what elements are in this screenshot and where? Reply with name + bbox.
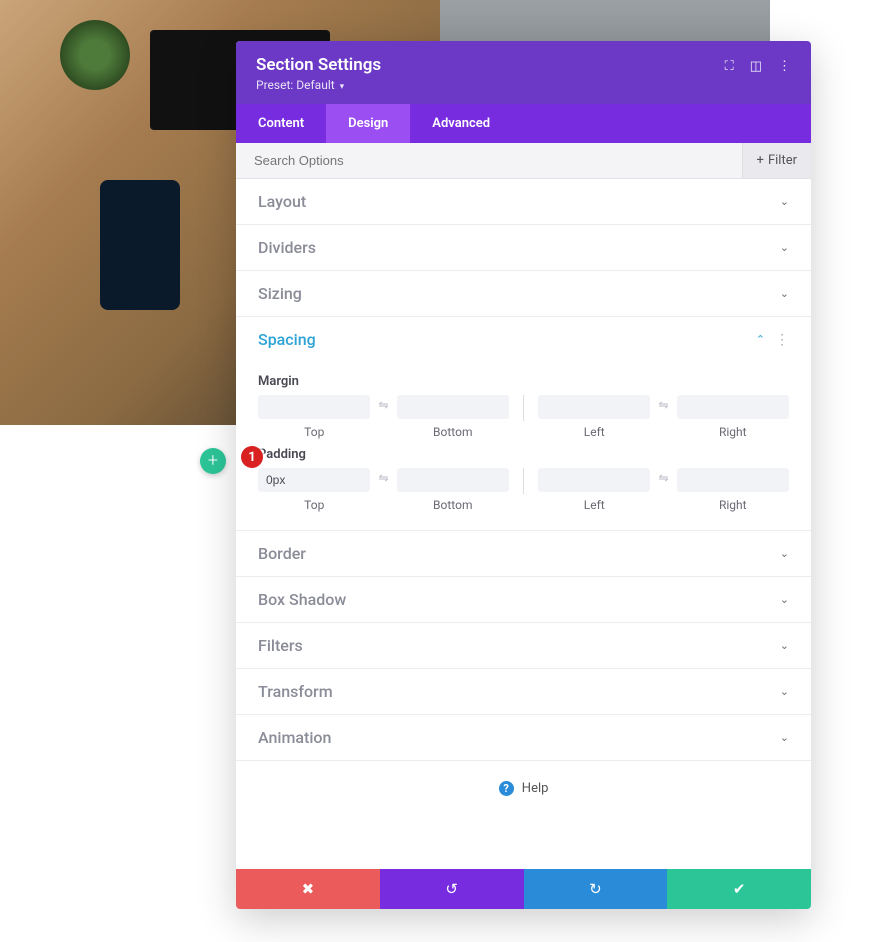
preset-selector[interactable]: Preset: Default ▾ <box>256 78 381 92</box>
cancel-button[interactable]: ✖ <box>236 869 380 909</box>
save-button[interactable]: ✔ <box>667 869 811 909</box>
accordion-layout[interactable]: Layout ⌄ <box>236 179 811 224</box>
side-label: Right <box>719 425 747 439</box>
kebab-menu-icon[interactable]: ⋮ <box>775 332 789 348</box>
link-icon[interactable]: ⇋ <box>376 471 390 485</box>
search-row: + Filter <box>236 143 811 179</box>
vertical-divider <box>523 395 524 421</box>
add-section-button[interactable]: + <box>200 448 226 474</box>
split-view-icon[interactable]: ◫ <box>750 59 762 74</box>
accordion-title: Layout <box>258 192 306 211</box>
padding-row: Top ⇋ Bottom Left ⇋ <box>258 468 789 512</box>
side-label: Top <box>304 498 324 512</box>
vertical-divider <box>523 468 524 494</box>
close-icon: ✖ <box>302 880 315 898</box>
accordion-title: Border <box>258 544 306 563</box>
accordion-filters[interactable]: Filters ⌄ <box>236 623 811 668</box>
undo-button[interactable]: ↺ <box>380 869 524 909</box>
padding-bottom-input[interactable] <box>397 468 509 492</box>
margin-bottom-input[interactable] <box>397 395 509 419</box>
margin-left-input[interactable] <box>538 395 650 419</box>
undo-icon: ↺ <box>445 880 458 898</box>
chevron-down-icon: ⌄ <box>780 195 789 208</box>
side-label: Right <box>719 498 747 512</box>
callout-badge-1: 1 <box>241 446 263 468</box>
search-input[interactable] <box>236 143 742 178</box>
filter-button[interactable]: + Filter <box>742 143 811 178</box>
spacing-body: Margin Top ⇋ Bottom <box>236 362 811 530</box>
chevron-down-icon: ⌄ <box>780 287 789 300</box>
check-icon: ✔ <box>733 880 746 898</box>
padding-right-input[interactable] <box>677 468 789 492</box>
side-label: Top <box>304 425 324 439</box>
chevron-down-icon: ⌄ <box>780 547 789 560</box>
plus-icon: + <box>757 153 764 168</box>
accordion-title: Sizing <box>258 284 302 303</box>
link-icon[interactable]: ⇋ <box>376 398 390 412</box>
margin-row: Top ⇋ Bottom Left ⇋ <box>258 395 789 439</box>
side-label: Bottom <box>433 498 472 512</box>
accordion-sizing[interactable]: Sizing ⌄ <box>236 271 811 316</box>
accordion-border[interactable]: Border ⌄ <box>236 531 811 576</box>
bg-plant <box>60 20 130 90</box>
chevron-down-icon: ⌄ <box>780 241 789 254</box>
tab-design[interactable]: Design <box>326 104 410 143</box>
preset-value: Default <box>296 78 334 92</box>
help-icon: ? <box>499 781 514 796</box>
accordion-transform[interactable]: Transform ⌄ <box>236 669 811 714</box>
accordion-title: Box Shadow <box>258 590 346 609</box>
modal-footer: ✖ ↺ ↻ ✔ <box>236 869 811 909</box>
chevron-down-icon: ⌄ <box>780 731 789 744</box>
accordion-title: Animation <box>258 728 331 747</box>
modal-header: Section Settings Preset: Default ▾ ⛶ ◫ ⋮ <box>236 41 811 104</box>
tab-content[interactable]: Content <box>236 104 326 143</box>
modal-title: Section Settings <box>256 55 381 75</box>
padding-label: Padding <box>258 447 789 462</box>
accordion-title: Transform <box>258 682 333 701</box>
padding-top-input[interactable] <box>258 468 370 492</box>
margin-label: Margin <box>258 374 789 389</box>
padding-left-input[interactable] <box>538 468 650 492</box>
kebab-menu-icon[interactable]: ⋮ <box>778 59 791 74</box>
link-icon[interactable]: ⇋ <box>656 471 670 485</box>
viewport-icon[interactable]: ⛶ <box>725 59 734 74</box>
accordion-spacing[interactable]: Spacing ⌃ ⋮ <box>236 317 811 362</box>
accordion-title: Dividers <box>258 238 316 257</box>
side-label: Left <box>584 498 605 512</box>
filter-label: Filter <box>768 153 797 168</box>
redo-icon: ↻ <box>589 880 602 898</box>
margin-top-input[interactable] <box>258 395 370 419</box>
help-link[interactable]: ? Help <box>236 761 811 836</box>
settings-panel: Layout ⌄ Dividers ⌄ Sizing ⌄ Spacing ⌃ ⋮ <box>236 179 811 869</box>
tab-advanced[interactable]: Advanced <box>410 104 512 143</box>
tabs: Content Design Advanced <box>236 104 811 143</box>
accordion-boxshadow[interactable]: Box Shadow ⌄ <box>236 577 811 622</box>
chevron-up-icon: ⌃ <box>756 333 765 346</box>
settings-modal: Section Settings Preset: Default ▾ ⛶ ◫ ⋮… <box>236 41 811 909</box>
chevron-down-icon: ▾ <box>340 82 345 92</box>
chevron-down-icon: ⌄ <box>780 593 789 606</box>
preset-label: Preset: <box>256 78 293 92</box>
side-label: Bottom <box>433 425 472 439</box>
side-label: Left <box>584 425 605 439</box>
accordion-title: Spacing <box>258 330 316 349</box>
accordion-animation[interactable]: Animation ⌄ <box>236 715 811 760</box>
accordion-dividers[interactable]: Dividers ⌄ <box>236 225 811 270</box>
margin-right-input[interactable] <box>677 395 789 419</box>
redo-button[interactable]: ↻ <box>524 869 668 909</box>
chevron-down-icon: ⌄ <box>780 639 789 652</box>
link-icon[interactable]: ⇋ <box>656 398 670 412</box>
help-label: Help <box>522 781 549 796</box>
chevron-down-icon: ⌄ <box>780 685 789 698</box>
accordion-title: Filters <box>258 636 303 655</box>
